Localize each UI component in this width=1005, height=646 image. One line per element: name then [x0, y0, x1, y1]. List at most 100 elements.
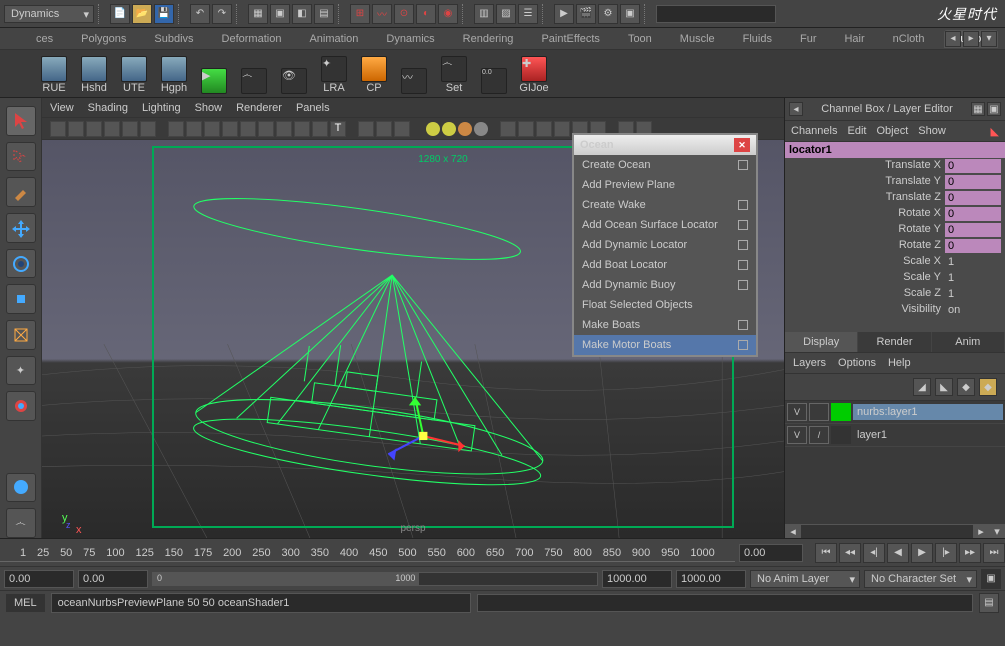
paint-tool[interactable] — [6, 177, 36, 207]
new-scene-icon[interactable]: 📄 — [110, 4, 130, 24]
view-four-icon[interactable]: ෴ — [6, 508, 36, 538]
scale-tool[interactable] — [6, 284, 36, 314]
layer-menu-layers[interactable]: Layers — [793, 357, 826, 369]
attr-value[interactable]: on — [945, 303, 1001, 317]
vp-bookmark-icon[interactable] — [68, 121, 84, 137]
shelf-btn-play[interactable]: ▶ — [196, 54, 232, 94]
manip-tool[interactable] — [6, 320, 36, 350]
shelf-btn-gijoe[interactable]: ✚GIJoe — [516, 54, 552, 94]
vp-misc3-icon[interactable] — [536, 121, 552, 137]
vp-menu-lighting[interactable]: Lighting — [142, 102, 181, 114]
time-slider[interactable]: 1255075100125150175200250300350400450500… — [0, 538, 1005, 566]
attr-value[interactable]: 0 — [945, 239, 1001, 253]
vp-2d-icon[interactable] — [104, 121, 120, 137]
panel-prev-icon[interactable]: ◂ — [789, 102, 803, 116]
script-editor-icon[interactable]: ▤ — [979, 593, 999, 613]
history-icon[interactable]: ▥ — [474, 4, 494, 24]
shelf-tab[interactable]: Toon — [620, 30, 660, 48]
play-fwd-icon[interactable]: ▶ — [911, 543, 933, 563]
shelf-tab[interactable]: ces — [28, 30, 61, 48]
shelf-tab[interactable]: Fur — [792, 30, 825, 48]
current-time-field[interactable]: 0.00 — [739, 544, 803, 562]
vp-misc1-icon[interactable] — [500, 121, 516, 137]
step-fwd-icon[interactable]: ▸▸ — [959, 543, 981, 563]
vp-image-icon[interactable] — [86, 121, 102, 137]
ch-menu-show[interactable]: Show — [918, 125, 946, 137]
popup-item[interactable]: Add Boat Locator — [574, 255, 756, 275]
vp-light2-icon[interactable] — [442, 122, 456, 136]
option-box-icon[interactable] — [738, 340, 748, 350]
popup-item[interactable]: Create Wake — [574, 195, 756, 215]
shelf-btn-ute[interactable]: UTE — [116, 54, 152, 94]
attr-value[interactable]: 0 — [945, 207, 1001, 221]
select-tool[interactable] — [6, 106, 36, 136]
vp-grid-icon[interactable] — [122, 121, 138, 137]
popup-item[interactable]: Add Dynamic Buoy — [574, 275, 756, 295]
vp-shade-icon[interactable] — [168, 121, 184, 137]
option-box-icon[interactable] — [738, 280, 748, 290]
popup-item[interactable]: Float Selected Objects — [574, 295, 756, 315]
option-box-icon[interactable] — [738, 220, 748, 230]
vp-xray-icon[interactable] — [294, 121, 310, 137]
select-obj-icon[interactable]: ◧ — [292, 4, 312, 24]
popup-item[interactable]: Add Ocean Surface Locator — [574, 215, 756, 235]
layer-type-toggle[interactable] — [809, 403, 829, 421]
search-input[interactable] — [656, 5, 776, 23]
vp-wire-icon[interactable] — [186, 121, 202, 137]
range-slider[interactable]: 01000 — [152, 572, 598, 586]
layer-name[interactable]: nurbs:layer1 — [853, 404, 1003, 420]
attr-value[interactable]: 0 — [945, 223, 1001, 237]
layer-down-icon[interactable]: ◣ — [935, 378, 953, 396]
snap-grid-icon[interactable]: ⊞ — [350, 4, 370, 24]
layer-vis-toggle[interactable]: V — [787, 403, 807, 421]
snap-point-icon[interactable]: ⊙ — [394, 4, 414, 24]
popup-item[interactable]: Add Dynamic Locator — [574, 235, 756, 255]
shelf-btn-num[interactable]: 0.0 — [476, 54, 512, 94]
vp-smooth-icon[interactable] — [204, 121, 220, 137]
shelf-btn-rue[interactable]: RUE — [36, 54, 72, 94]
goto-end-icon[interactable]: ⏭ — [983, 543, 1005, 563]
goto-start-icon[interactable]: ⏮ — [815, 543, 837, 563]
undo-icon[interactable]: ↶ — [190, 4, 210, 24]
tab-render[interactable]: Render — [858, 332, 931, 352]
shelf-tab[interactable]: nCloth — [885, 30, 933, 48]
layer-scroll[interactable]: ◂▸▾ — [785, 524, 1005, 538]
attr-value[interactable]: 0 — [945, 175, 1001, 189]
ch-menu-object[interactable]: Object — [876, 125, 908, 137]
shelf-tab[interactable]: Rendering — [455, 30, 522, 48]
save-scene-icon[interactable]: 💾 — [154, 4, 174, 24]
vp-gate-icon[interactable] — [358, 121, 374, 137]
construction-icon[interactable]: ▨ — [496, 4, 516, 24]
shelf-btn-cp[interactable]: CP — [356, 54, 392, 94]
layer-menu-options[interactable]: Options — [838, 357, 876, 369]
option-box-icon[interactable] — [738, 160, 748, 170]
select-hier-icon[interactable]: ▣ — [270, 4, 290, 24]
prev-key-icon[interactable]: ◂| — [863, 543, 885, 563]
layer-menu-help[interactable]: Help — [888, 357, 911, 369]
vp-safe-icon[interactable] — [394, 121, 410, 137]
shelf-prev-icon[interactable]: ◂ — [945, 31, 961, 47]
attr-value[interactable]: 0 — [945, 159, 1001, 173]
attr-value[interactable]: 1 — [945, 255, 1001, 269]
soft-tool[interactable]: ✦ — [6, 356, 36, 386]
vp-t-icon[interactable]: T — [330, 121, 346, 137]
render-settings-icon[interactable]: ⚙ — [598, 4, 618, 24]
range-end-inner[interactable]: 1000.00 — [602, 570, 672, 588]
vp-light-icon[interactable] — [240, 121, 256, 137]
vp-iso-icon[interactable] — [312, 121, 328, 137]
layer-new-sel-icon[interactable]: ◆ — [979, 378, 997, 396]
shelf-tab[interactable]: PaintEffects — [533, 30, 608, 48]
play-back-icon[interactable]: ◀ — [887, 543, 909, 563]
vp-shadow-icon[interactable] — [258, 121, 274, 137]
object-name[interactable]: locator1 — [785, 142, 1005, 158]
vp-res-icon[interactable] — [376, 121, 392, 137]
list-icon[interactable]: ☰ — [518, 4, 538, 24]
popup-item[interactable]: Make Motor Boats — [574, 335, 756, 355]
select-comp-icon[interactable]: ▤ — [314, 4, 334, 24]
attr-value[interactable]: 0 — [945, 191, 1001, 205]
view-single-icon[interactable] — [6, 473, 36, 503]
shelf-tab[interactable]: Deformation — [214, 30, 290, 48]
vp-light3-icon[interactable] — [458, 122, 472, 136]
shelf-btn-set[interactable]: ෴Set — [436, 54, 472, 94]
shelf-btn-hshd[interactable]: Hshd — [76, 54, 112, 94]
